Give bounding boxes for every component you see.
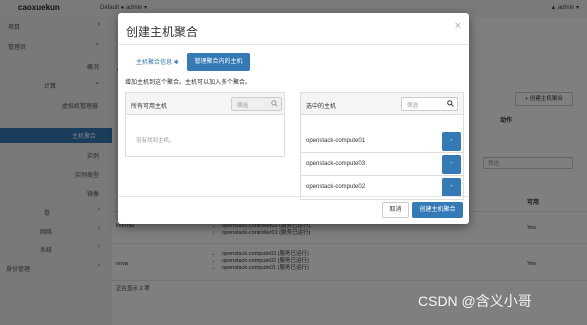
selected-host-row: openstack-compute03 -: [301, 153, 463, 176]
remove-host-button[interactable]: -: [442, 155, 461, 174]
remove-host-button[interactable]: -: [442, 178, 461, 197]
remove-host-button[interactable]: -: [442, 132, 461, 151]
required-icon: ✱: [173, 60, 179, 66]
panel-header: 选中的主机 筛选: [301, 93, 463, 115]
close-icon[interactable]: ×: [455, 20, 461, 32]
search-icon: [271, 100, 278, 107]
tab-manage-hosts[interactable]: 管理聚合内的主机: [187, 53, 250, 71]
filter-placeholder: 筛选: [407, 103, 419, 109]
submit-create-aggregate-button[interactable]: 创建主机聚合: [412, 202, 463, 218]
available-hosts-filter-input[interactable]: 筛选: [231, 97, 282, 111]
watermark-text: CSDN @含义小哥: [418, 293, 532, 309]
panel-title: 选中的主机: [306, 104, 337, 110]
selected-hosts-filter-input[interactable]: 筛选: [401, 97, 458, 111]
host-name: openstack-compute01: [306, 138, 366, 144]
create-aggregate-modal: 创建主机聚合 × 主机聚合信息 ✱ 管理聚合内的主机 增加主机到这个聚合。主机可…: [118, 13, 469, 224]
selected-hosts-panel: 选中的主机 筛选 openstack-compute01 - openstack…: [300, 92, 464, 200]
cancel-button[interactable]: 取消: [382, 202, 409, 218]
tab-aggregate-info[interactable]: 主机聚合信息 ✱: [130, 55, 185, 71]
host-name: openstack-compute03: [306, 161, 366, 167]
available-hosts-panel: 所有可用主机 筛选 没有找到主机。: [125, 92, 285, 157]
divider: [118, 196, 469, 197]
host-name: openstack-compute02: [306, 184, 366, 190]
empty-hosts-text: 没有找到主机。: [136, 138, 175, 144]
filter-placeholder: 筛选: [237, 103, 249, 109]
help-text: 增加主机到这个聚合。主机可以加入多个聚合。: [125, 80, 252, 86]
tab-label: 主机聚合信息: [136, 60, 173, 66]
panel-title: 所有可用主机: [131, 104, 168, 110]
selected-host-row: openstack-compute01 -: [301, 130, 463, 153]
divider: [118, 44, 469, 45]
panel-header: 所有可用主机 筛选: [126, 93, 284, 115]
modal-title: 创建主机聚合: [126, 25, 199, 39]
search-icon: [447, 100, 454, 107]
